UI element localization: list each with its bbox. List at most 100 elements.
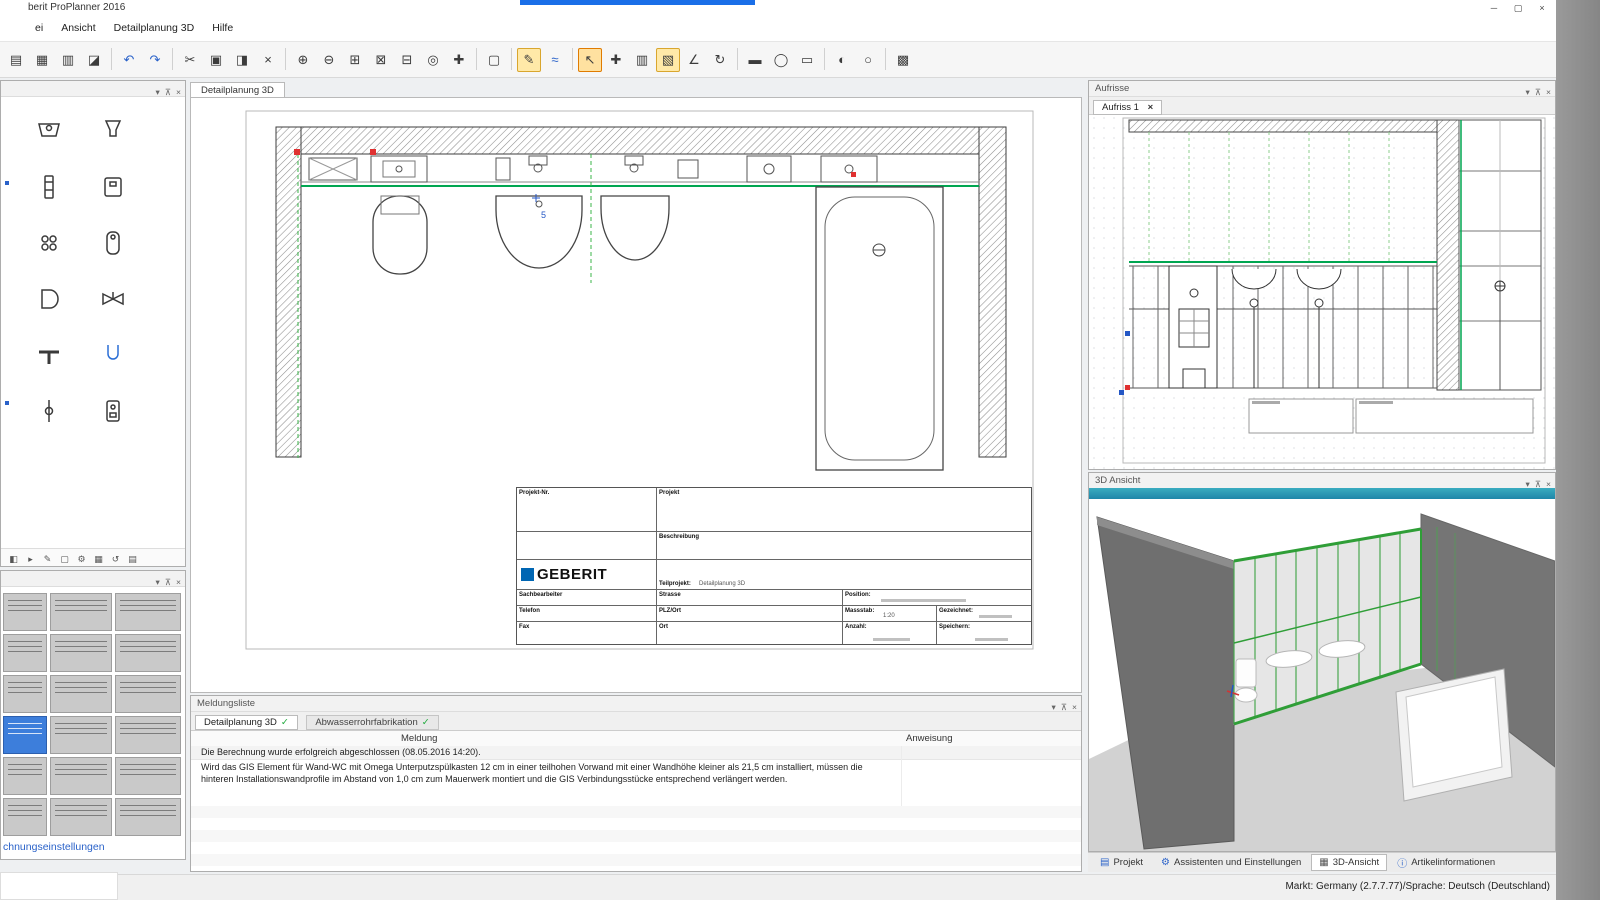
- menu-ansicht[interactable]: Ansicht: [52, 16, 104, 34]
- messages-tab-detailplanung[interactable]: Detailplanung 3D✓: [195, 715, 298, 730]
- schedule-cell[interactable]: [3, 634, 47, 672]
- mini-filter-button[interactable]: ◧: [5, 552, 22, 567]
- copy-button[interactable]: ▣: [204, 48, 228, 72]
- dropdown-icon[interactable]: ▾: [156, 87, 160, 97]
- minimize-button[interactable]: ─: [1482, 0, 1506, 16]
- mini-play-button[interactable]: ▸: [22, 552, 39, 567]
- schedule-cell[interactable]: [50, 798, 112, 836]
- maximize-button[interactable]: ▢: [1506, 0, 1530, 16]
- selection-window-button[interactable]: ▢: [482, 48, 506, 72]
- pin-icon[interactable]: ⊼: [165, 87, 171, 97]
- tab-close-icon[interactable]: ×: [1148, 102, 1154, 113]
- connect-elements-button[interactable]: ≈: [543, 48, 567, 72]
- message-row[interactable]: Die Berechnung wurde erfolgreich abgesch…: [191, 746, 1081, 760]
- tab-detailplanung-3d[interactable]: Detailplanung 3D: [190, 82, 285, 97]
- shower-element-icon[interactable]: [21, 223, 77, 263]
- toggle-profile-button[interactable]: ▧: [656, 48, 680, 72]
- pipe-straight-button[interactable]: ▬: [743, 48, 767, 72]
- pin-icon[interactable]: ⊼: [1061, 702, 1067, 712]
- redo-button[interactable]: ↷: [143, 48, 167, 72]
- flush-plate-icon[interactable]: [85, 167, 141, 207]
- schedule-cell[interactable]: [50, 634, 112, 672]
- valve-fitting-icon[interactable]: [85, 279, 141, 319]
- cut-button[interactable]: ✂: [178, 48, 202, 72]
- tab-3d-ansicht[interactable]: ▦3D-Ansicht: [1311, 854, 1387, 871]
- mini-settings-button[interactable]: ⚙: [73, 552, 90, 567]
- schedule-cell[interactable]: [115, 716, 181, 754]
- zoom-window-button[interactable]: ⊞: [343, 48, 367, 72]
- pin-icon[interactable]: ⊼: [1535, 87, 1541, 97]
- mini-list-button[interactable]: ▤: [124, 552, 141, 567]
- undo-button[interactable]: ↶: [117, 48, 141, 72]
- sphere-shaded-button[interactable]: ◐: [830, 48, 854, 72]
- threed-canvas[interactable]: [1089, 499, 1555, 851]
- pan-button[interactable]: ✚: [447, 48, 471, 72]
- mini-frame-button[interactable]: ▢: [56, 552, 73, 567]
- trap-fitting-icon[interactable]: [85, 335, 141, 375]
- schedule-cell[interactable]: [50, 675, 112, 713]
- zoom-in-button[interactable]: ⊕: [291, 48, 315, 72]
- tab-assistenten-und-einstellungen[interactable]: ⚙Assistenten und Einstellungen: [1153, 854, 1309, 871]
- mini-grid-button[interactable]: ▦: [90, 552, 107, 567]
- mini-edit-button[interactable]: ✎: [39, 552, 56, 567]
- zoom-fit-button[interactable]: ⊠: [369, 48, 393, 72]
- urinal-icon[interactable]: [85, 111, 141, 151]
- cistern-element-icon[interactable]: [21, 167, 77, 207]
- menu-detailplanung-3d[interactable]: Detailplanung 3D: [105, 16, 204, 34]
- schedule-cell[interactable]: [115, 675, 181, 713]
- message-row[interactable]: Wird das GIS Element für Wand-WC mit Ome…: [191, 759, 1081, 805]
- schedule-cell[interactable]: [115, 757, 181, 795]
- messages-tab-abwasserrohrfabrikation[interactable]: Abwasserrohrfabrikation✓: [306, 715, 438, 730]
- standpipe-icon[interactable]: [21, 391, 77, 431]
- export-button[interactable]: ◪: [82, 48, 106, 72]
- menu-hilfe[interactable]: Hilfe: [203, 16, 242, 34]
- dropdown-icon[interactable]: ▾: [1526, 87, 1530, 97]
- tab-projekt[interactable]: ▤Projekt: [1092, 854, 1151, 871]
- sphere-outline-button[interactable]: ○: [856, 48, 880, 72]
- close-icon[interactable]: ×: [1546, 87, 1551, 97]
- schedule-cell[interactable]: [115, 634, 181, 672]
- floorplan-canvas[interactable]: 5 Projekt-Nr. Projekt Beschreibung GEBER…: [190, 97, 1082, 693]
- close-icon[interactable]: ×: [176, 87, 181, 97]
- zoom-100-button[interactable]: ◎: [421, 48, 445, 72]
- elevation-canvas[interactable]: [1089, 113, 1555, 469]
- bathtub-element-icon[interactable]: [85, 223, 141, 263]
- schedule-cell[interactable]: [50, 757, 112, 795]
- t-fitting-icon[interactable]: [21, 335, 77, 375]
- dropdown-icon[interactable]: ▾: [156, 577, 160, 587]
- measure-button[interactable]: ∠: [682, 48, 706, 72]
- schedule-cell[interactable]: [3, 798, 47, 836]
- edit-pencil-button[interactable]: ✎: [517, 48, 541, 72]
- dropdown-icon[interactable]: ▾: [1052, 702, 1056, 712]
- close-button[interactable]: ×: [1530, 0, 1554, 16]
- select-arrow-button[interactable]: ↖: [578, 48, 602, 72]
- tab-artikelinformationen[interactable]: ⓘArtikelinformationen: [1389, 852, 1503, 873]
- schedule-cell[interactable]: [3, 757, 47, 795]
- menu-datei[interactable]: ei: [26, 16, 52, 34]
- schedule-cell[interactable]: [50, 716, 112, 754]
- control-box-icon[interactable]: [85, 391, 141, 431]
- schedule-cell[interactable]: [115, 798, 181, 836]
- move-element-button[interactable]: ✚: [604, 48, 628, 72]
- washbasin-top-icon[interactable]: [21, 111, 77, 151]
- multi-view-button[interactable]: ▥: [630, 48, 654, 72]
- close-icon[interactable]: ×: [1072, 702, 1077, 712]
- washbasin-side-icon[interactable]: [21, 279, 77, 319]
- mini-refresh-button[interactable]: ↺: [107, 552, 124, 567]
- schedule-cell[interactable]: [50, 593, 112, 631]
- schedule-cell[interactable]: [3, 716, 47, 754]
- delete-button[interactable]: ×: [256, 48, 280, 72]
- pipe-rect-button[interactable]: ▭: [795, 48, 819, 72]
- schedule-cell[interactable]: [3, 675, 47, 713]
- schedule-cell[interactable]: [115, 593, 181, 631]
- rotate-view-button[interactable]: ↻: [708, 48, 732, 72]
- zoom-out-button[interactable]: ⊖: [317, 48, 341, 72]
- print-button[interactable]: ▦: [30, 48, 54, 72]
- pin-icon[interactable]: ⊼: [165, 577, 171, 587]
- grid-button[interactable]: ▩: [891, 48, 915, 72]
- print-preview-button[interactable]: ▥: [56, 48, 80, 72]
- save-button[interactable]: ▤: [4, 48, 28, 72]
- calculation-settings-link[interactable]: chnungseinstellungen: [3, 841, 105, 853]
- schedule-cell[interactable]: [3, 593, 47, 631]
- close-icon[interactable]: ×: [176, 577, 181, 587]
